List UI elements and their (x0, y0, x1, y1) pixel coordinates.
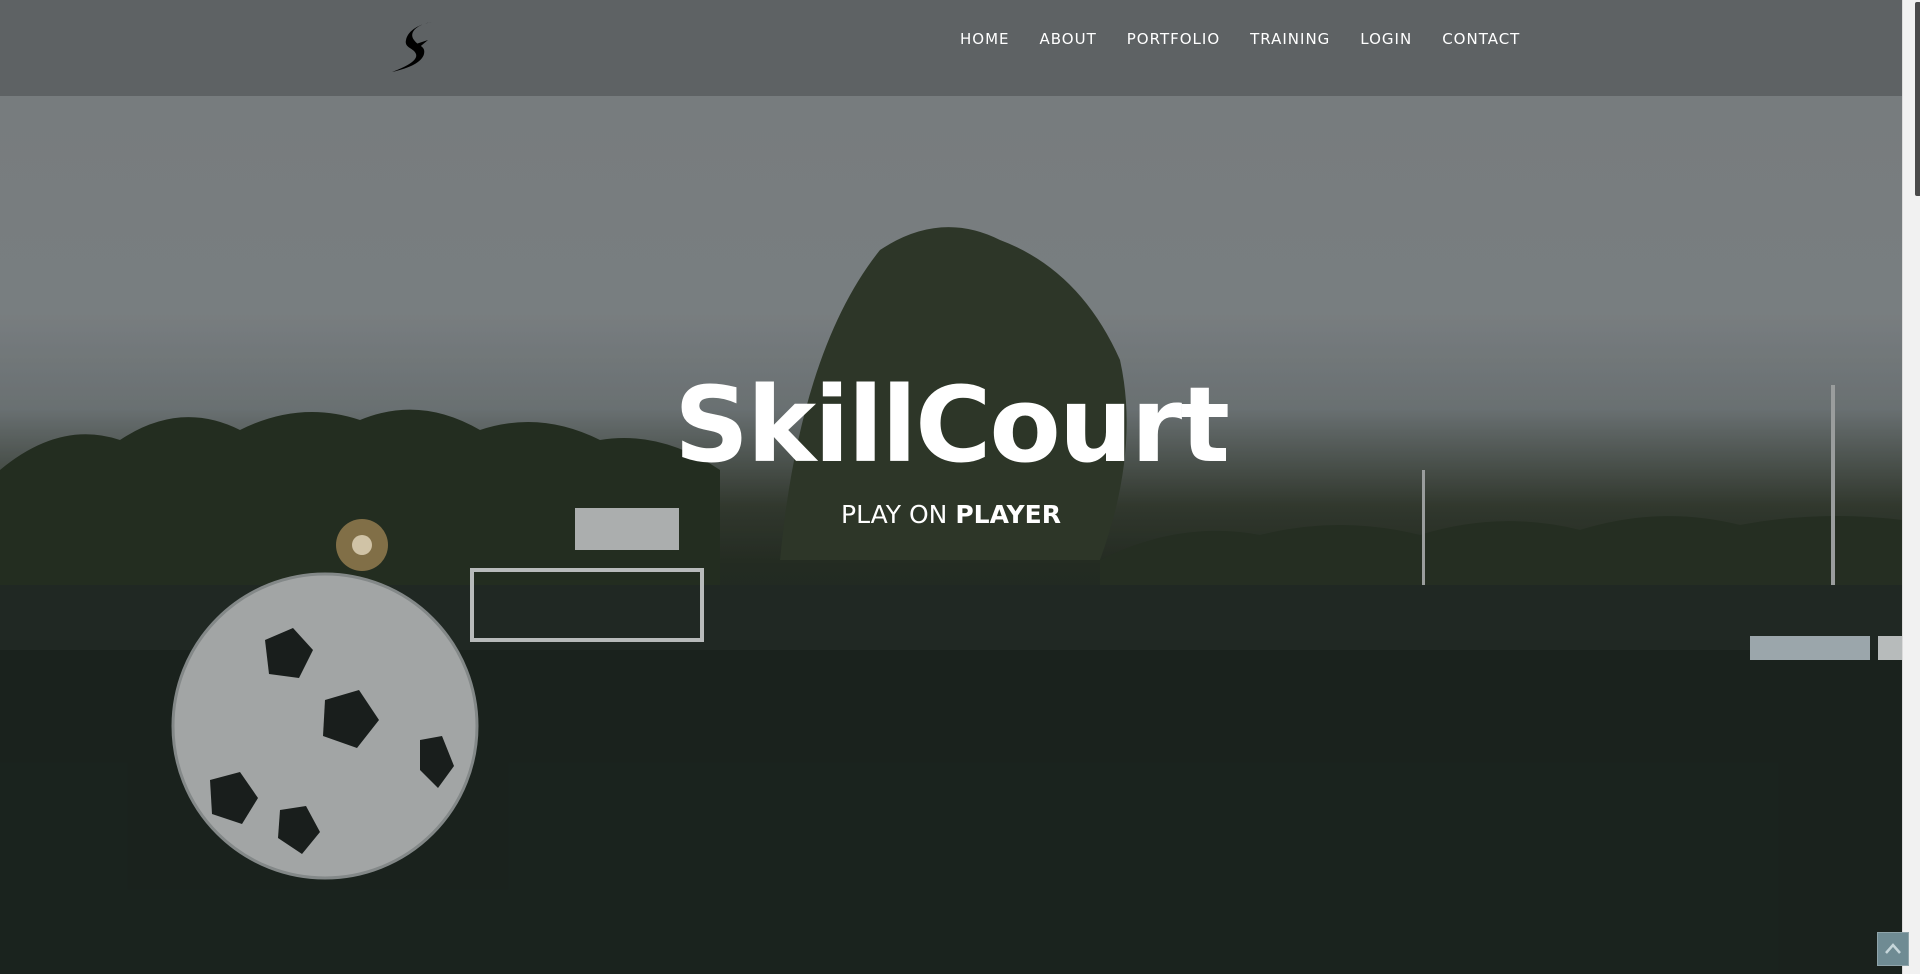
site-header: HOME ABOUT PORTFOLIO TRAINING LOGIN CONT… (0, 0, 1902, 96)
nav-home-link[interactable]: HOME (960, 26, 1010, 52)
swoosh-s-logo-icon[interactable] (388, 18, 442, 74)
main-navigation: HOME ABOUT PORTFOLIO TRAINING LOGIN CONT… (960, 26, 1520, 52)
back-to-top-button[interactable] (1877, 932, 1909, 966)
hero-title-block: SkillCourt PLAY ON PLAYER (0, 360, 1902, 529)
page-scrollbar[interactable] (1902, 0, 1920, 974)
hero-subtitle: PLAY ON PLAYER (0, 500, 1902, 529)
nav-training-link[interactable]: TRAINING (1250, 26, 1330, 52)
hero-subtitle-light: PLAY ON (841, 500, 956, 529)
hero-subtitle-bold: PLAYER (955, 500, 1061, 529)
hero-title: SkillCourt (674, 364, 1230, 486)
nav-login-link[interactable]: LOGIN (1360, 26, 1412, 52)
chevron-up-icon (1885, 943, 1901, 954)
page: HOME ABOUT PORTFOLIO TRAINING LOGIN CONT… (0, 0, 1920, 974)
scrollbar-thumb[interactable] (1915, 2, 1920, 196)
nav-portfolio-link[interactable]: PORTFOLIO (1127, 26, 1220, 52)
nav-about-link[interactable]: ABOUT (1040, 26, 1097, 52)
nav-contact-link[interactable]: CONTACT (1442, 26, 1520, 52)
